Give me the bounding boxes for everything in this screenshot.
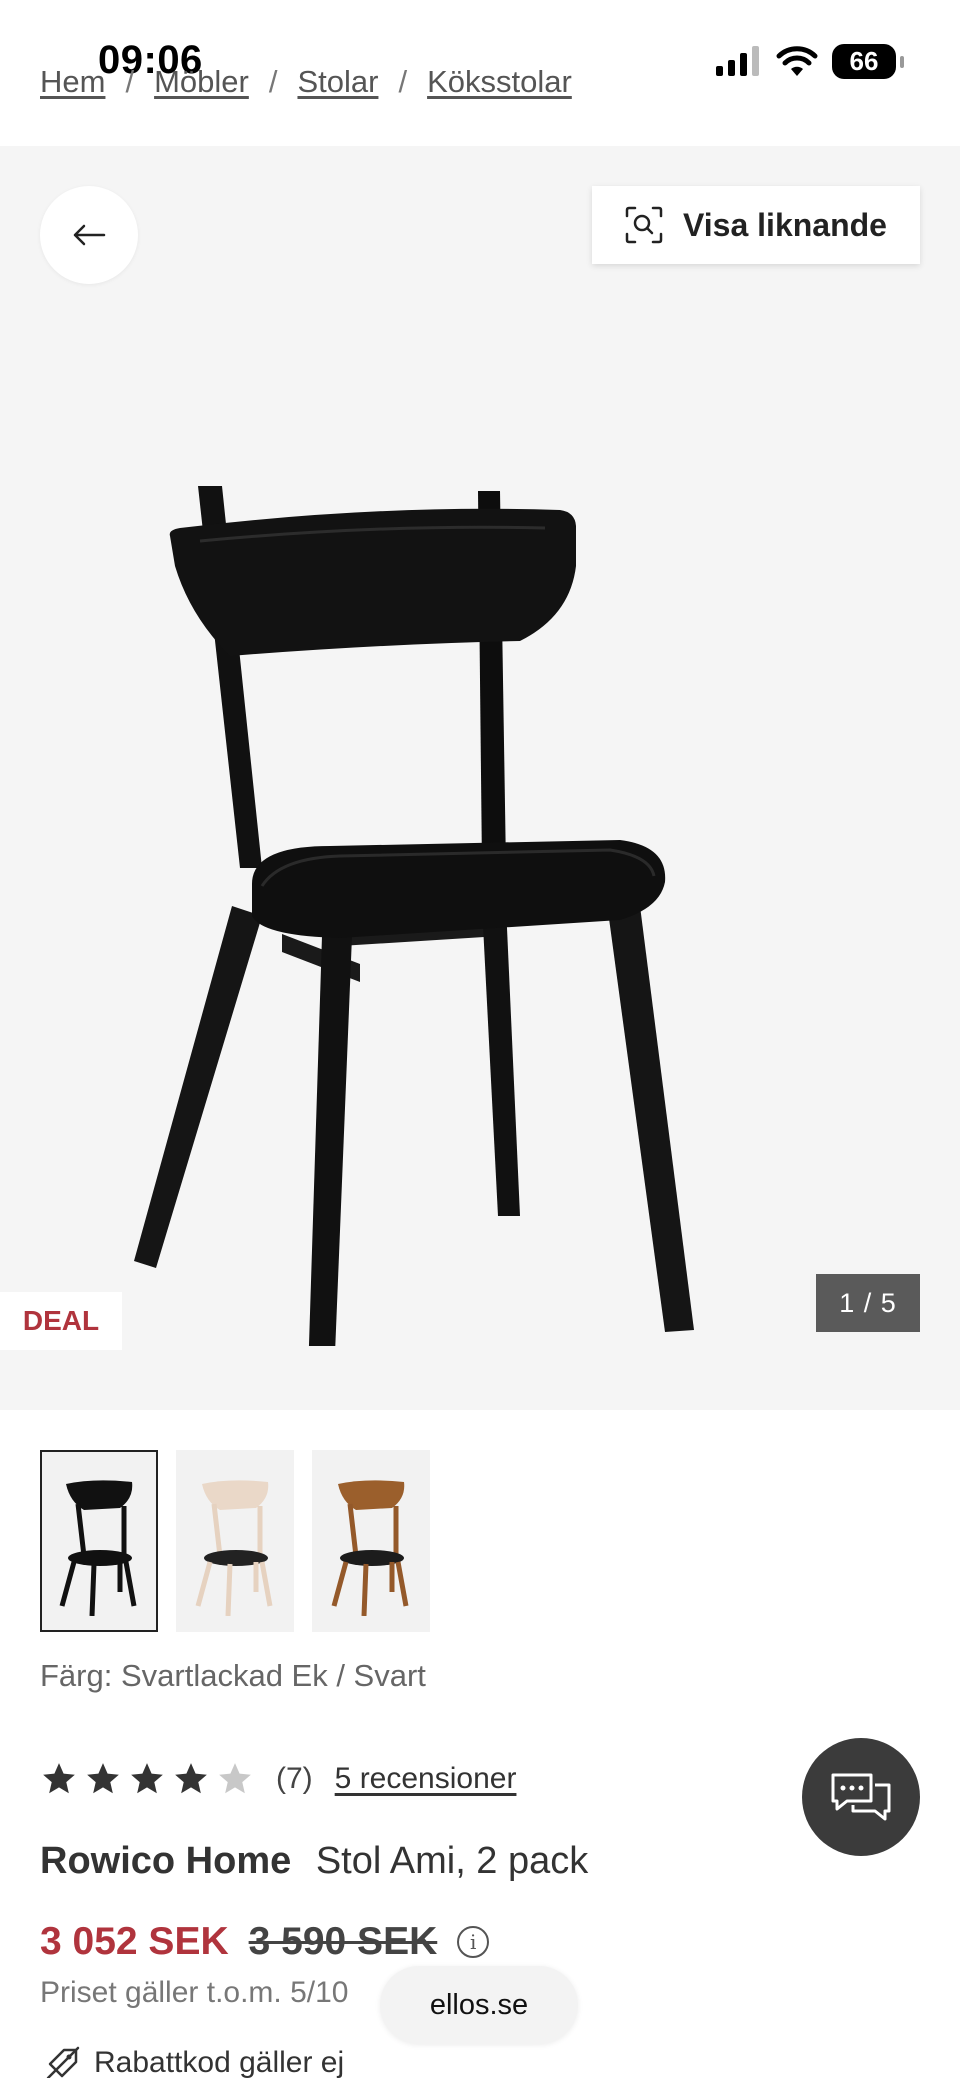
current-price: 3 052 SEK bbox=[40, 1920, 229, 1963]
price-validity-text: Priset gäller t.o.m. 5/10 bbox=[40, 1976, 349, 2009]
signal-icon bbox=[716, 45, 759, 76]
no-discount-tag-icon bbox=[46, 2046, 80, 2078]
site-url-pill[interactable]: ellos.se bbox=[380, 1966, 578, 2044]
original-price: 3 590 SEK bbox=[248, 1920, 438, 1963]
breadcrumb: Hem / Möbler / Stolar / Köksstolar bbox=[40, 64, 572, 100]
deal-label: DEAL bbox=[22, 1305, 100, 1336]
status-icons: 66 bbox=[716, 44, 904, 79]
show-similar-label: Visa liknande bbox=[683, 206, 887, 243]
breadcrumb-home[interactable]: Hem bbox=[40, 64, 105, 100]
rating-count: (7) bbox=[276, 1762, 313, 1795]
reviews-link[interactable]: 5 recensioner bbox=[335, 1762, 517, 1796]
arrow-left-icon bbox=[73, 224, 106, 246]
back-button[interactable] bbox=[40, 186, 138, 284]
breadcrumb-mobler[interactable]: Möbler bbox=[154, 64, 249, 100]
thumbnail-oak[interactable] bbox=[312, 1450, 430, 1632]
thumbnail-chair-black bbox=[59, 1480, 137, 1616]
thumbnail-chair-white bbox=[195, 1480, 273, 1616]
image-counter: 1 / 5 bbox=[816, 1274, 920, 1332]
discount-note-text: Rabattkod gäller ej bbox=[94, 2046, 345, 2078]
product-name: Stol Ami, 2 pack bbox=[315, 1840, 589, 1882]
thumbnail-white[interactable] bbox=[176, 1450, 294, 1632]
color-thumbnails bbox=[40, 1450, 430, 1632]
chat-icon bbox=[831, 1773, 891, 1821]
selected-color-label: Färg: Svartlackad Ek / Svart bbox=[40, 1658, 426, 1693]
thumbnail-black[interactable] bbox=[40, 1450, 158, 1632]
price-row: 3 052 SEK 3 590 SEK i bbox=[40, 1920, 490, 1964]
product-image-chair bbox=[134, 486, 694, 1346]
breadcrumb-stolar[interactable]: Stolar bbox=[297, 64, 378, 100]
star-empty-icon bbox=[219, 1763, 251, 1794]
product-image-gallery[interactable]: Visa liknande DEAL 1 / 5 bbox=[0, 146, 960, 1410]
star-filled-icon bbox=[131, 1763, 163, 1794]
product-title: Rowico Home Stol Ami, 2 pack bbox=[40, 1840, 588, 1883]
star-filled-icon bbox=[43, 1763, 75, 1794]
breadcrumb-separator: / bbox=[398, 64, 408, 99]
product-rating: (7) 5 recensioner bbox=[40, 1760, 516, 1798]
breadcrumb-koksstolar[interactable]: Köksstolar bbox=[427, 64, 572, 100]
rating-stars bbox=[40, 1760, 254, 1798]
breadcrumb-separator: / bbox=[125, 64, 135, 99]
wifi-icon bbox=[776, 45, 818, 76]
thumbnail-chair-oak bbox=[331, 1480, 409, 1616]
star-filled-icon bbox=[87, 1763, 119, 1794]
chat-button[interactable] bbox=[802, 1738, 920, 1856]
star-filled-icon bbox=[175, 1763, 207, 1794]
show-similar-button[interactable]: Visa liknande bbox=[592, 186, 920, 264]
discount-note: Rabattkod gäller ej bbox=[44, 2044, 344, 2078]
battery-indicator: 66 bbox=[832, 44, 904, 79]
visual-search-icon bbox=[625, 206, 663, 244]
breadcrumb-separator: / bbox=[268, 64, 278, 99]
product-brand[interactable]: Rowico Home bbox=[40, 1840, 291, 1882]
deal-badge: DEAL bbox=[0, 1292, 122, 1350]
info-icon[interactable]: i bbox=[457, 1926, 490, 1958]
